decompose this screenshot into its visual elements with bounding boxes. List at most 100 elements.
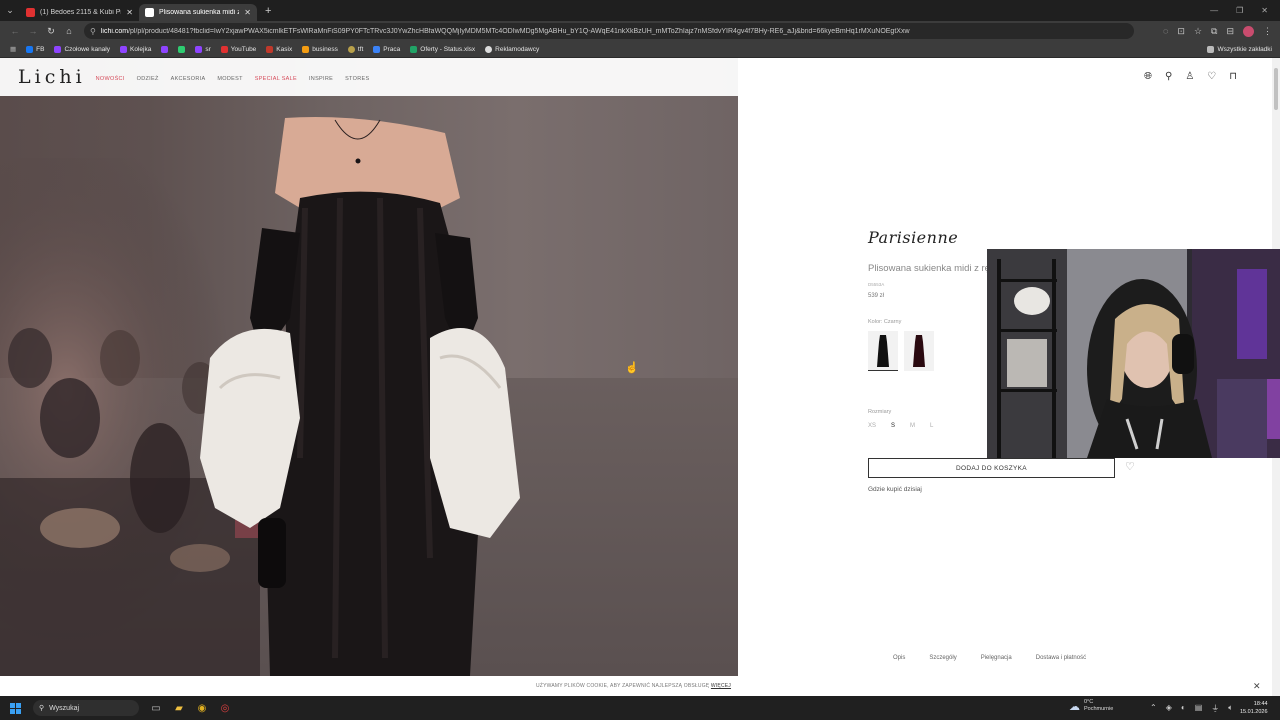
microphone-icon[interactable]: ⏚ (1211, 703, 1219, 714)
bag-icon[interactable]: ⊓ (1229, 71, 1237, 82)
extensions-icon[interactable]: ⧉ (1211, 26, 1217, 37)
nav-akcesoria[interactable]: AKCESORIA (171, 76, 206, 82)
browser-tab-2-active[interactable]: Plisowana sukienka midi z ręk ✕ (139, 4, 257, 21)
lichi-logo[interactable]: Lichi (18, 66, 86, 88)
bookmark-twitch[interactable] (157, 45, 172, 53)
eye-off-icon[interactable]: ◌ (1163, 26, 1168, 37)
color-swatch-burgundy[interactable] (904, 331, 934, 371)
browser-toolbar: ← → ↻ ⌂ ⚲ lichi.com/pl/pl/product/48481?… (0, 21, 1280, 41)
bookmark-tft[interactable]: tft (344, 45, 367, 53)
cloud-icon: ☁ (1069, 700, 1080, 713)
tray-app-icon[interactable]: ◈ (1166, 703, 1172, 714)
size-m[interactable]: M (910, 423, 915, 429)
bookmark-kick[interactable] (174, 45, 189, 53)
color-swatches (868, 331, 995, 371)
tft-icon (347, 45, 355, 53)
system-tray: ⌃ ◈ ◐ ▤ ⏚ 🔈︎ (1150, 703, 1233, 714)
tab-pielegnacja[interactable]: Pielęgnacja (981, 655, 1012, 661)
size-s[interactable]: S (891, 423, 895, 429)
chrome-icon[interactable]: ◉ (195, 701, 209, 715)
color-swatch-black[interactable] (868, 331, 898, 371)
wishlist-icon[interactable]: ♡ (1207, 71, 1216, 82)
nav-inspire[interactable]: INSPIRE (309, 76, 333, 82)
add-to-cart-button[interactable]: DODAJ DO KOSZYKA (868, 458, 1115, 478)
bookmark-praca[interactable]: Praca (369, 45, 404, 53)
twitch-icon (120, 45, 127, 53)
hand-cursor-icon: ☝ (625, 362, 639, 374)
bookmark-star-icon[interactable]: ☆ (1194, 26, 1202, 37)
minimize-icon[interactable]: — (1210, 6, 1218, 15)
tab-title: Plisowana sukienka midi z ręk (159, 9, 240, 16)
new-tab-icon[interactable]: + (257, 5, 279, 17)
search-icon[interactable]: ⚲ (1165, 71, 1172, 82)
url-text: lichi.com/pl/pl/product/48481?fbclid=IwY… (100, 27, 910, 35)
menu-dots-icon[interactable]: ⋮ (1263, 26, 1272, 37)
taskbar-clock[interactable]: 18:44 15.01.2026 (1240, 700, 1268, 716)
file-explorer-icon[interactable]: ▰ (172, 701, 186, 715)
nav-modest[interactable]: MODEST (217, 76, 242, 82)
address-bar[interactable]: ⚲ lichi.com/pl/pl/product/48481?fbclid=I… (84, 23, 1134, 39)
weather-widget[interactable]: ☁ 0°C Pochmurnie (1069, 699, 1113, 713)
window-close-icon[interactable]: ✕ (1261, 6, 1268, 15)
bookmark-kasix[interactable]: Kasix (262, 45, 296, 53)
tab-dostawa[interactable]: Dostawa i płatność (1036, 655, 1086, 661)
maximize-icon[interactable]: ❐ (1236, 6, 1243, 15)
install-app-icon[interactable]: ⊡ (1177, 26, 1185, 37)
site-info-icon[interactable]: ⚲ (90, 27, 96, 36)
weather-desc: Pochmurnie (1084, 706, 1114, 712)
size-label: Rozmiary (868, 409, 892, 415)
nav-nowosci[interactable]: NOWOŚCI (96, 76, 125, 82)
bookmark-oferty[interactable]: Oferty - Status.xlsx (406, 45, 479, 53)
bookmark-business[interactable]: business (298, 45, 342, 53)
nav-stores[interactable]: STORES (345, 76, 369, 82)
tab-close-icon[interactable]: ✕ (126, 8, 133, 17)
bookmark-fb[interactable]: FB (22, 45, 48, 53)
task-view-icon[interactable]: ▭ (149, 701, 163, 715)
praca-icon (373, 45, 381, 53)
cookie-more-link[interactable]: WIĘCEJ (711, 683, 731, 689)
where-to-buy-link[interactable]: Gdzie kupić dzisiaj (868, 486, 922, 493)
tab-close-icon[interactable]: ✕ (244, 8, 251, 17)
obs-icon[interactable]: ◎ (218, 701, 232, 715)
tab-szczegoly[interactable]: Szczegóły (929, 655, 956, 661)
apps-grid-icon[interactable]: ▦ (6, 45, 20, 53)
globe-icon[interactable]: 🌐︎ (1144, 71, 1152, 82)
all-bookmarks[interactable]: Wszystkie zakładki (1203, 45, 1280, 53)
windows-start-icon[interactable] (10, 702, 21, 714)
chevron-up-icon[interactable]: ⌃ (1150, 703, 1157, 714)
bookmark-czolowe-kanaly[interactable]: Czołowe kanały (50, 45, 114, 53)
cast-icon[interactable]: ⊟ (1226, 26, 1234, 37)
size-options: XS S M L (868, 423, 995, 429)
tab-search-button[interactable]: ⌄ (0, 0, 20, 21)
taskbar-search[interactable]: ⚲ Wyszukaj (33, 700, 139, 716)
network-icon[interactable]: ▤ (1195, 703, 1203, 714)
bookmark-kolejka[interactable]: Kolejka (116, 45, 155, 53)
nav-odziez[interactable]: ODZIEŻ (137, 76, 159, 82)
reload-icon[interactable]: ↻ (42, 26, 60, 37)
bookmark-sr[interactable]: sr (191, 45, 214, 53)
browser-tab-1[interactable]: (1) Bedoes 2115 & Kubi Produ ✕ (20, 4, 139, 21)
cookie-close-icon[interactable]: ✕ (1253, 681, 1261, 692)
cookie-text: UŻYWAMY PLIKÓW COOKIE, ABY ZAPEWNIĆ NAJL… (536, 683, 732, 689)
tab-opis[interactable]: Opis (893, 655, 905, 661)
size-xs[interactable]: XS (868, 423, 876, 429)
tab-title: (1) Bedoes 2115 & Kubi Produ (40, 9, 121, 16)
search-placeholder: Wyszukaj (49, 704, 80, 712)
add-to-wishlist-icon[interactable]: ♡ (1125, 460, 1135, 473)
tray-app-icon[interactable]: ◐ (1181, 703, 1186, 714)
search-icon: ⚲ (39, 705, 45, 712)
size-l[interactable]: L (930, 423, 933, 429)
profile-avatar[interactable] (1243, 25, 1254, 37)
bookmark-youtube[interactable]: YouTube (217, 45, 261, 53)
back-icon[interactable]: ← (6, 26, 24, 36)
account-icon[interactable]: ♙ (1185, 71, 1194, 82)
bookmark-reklamodawcy[interactable]: Reklamodawcy (481, 45, 543, 53)
main-nav: NOWOŚCI ODZIEŻ AKCESORIA MODEST SPECIAL … (96, 76, 370, 82)
volume-icon[interactable]: 🔈︎ (1228, 703, 1233, 714)
home-icon[interactable]: ⌂ (60, 26, 78, 36)
scrollbar-thumb[interactable] (1274, 68, 1278, 110)
nav-special-sale[interactable]: SPECIAL SALE (255, 76, 297, 82)
product-price: 539 zł (868, 293, 885, 299)
forward-icon[interactable]: → (24, 26, 42, 36)
color-label: Kolor: Czarny (868, 319, 902, 325)
